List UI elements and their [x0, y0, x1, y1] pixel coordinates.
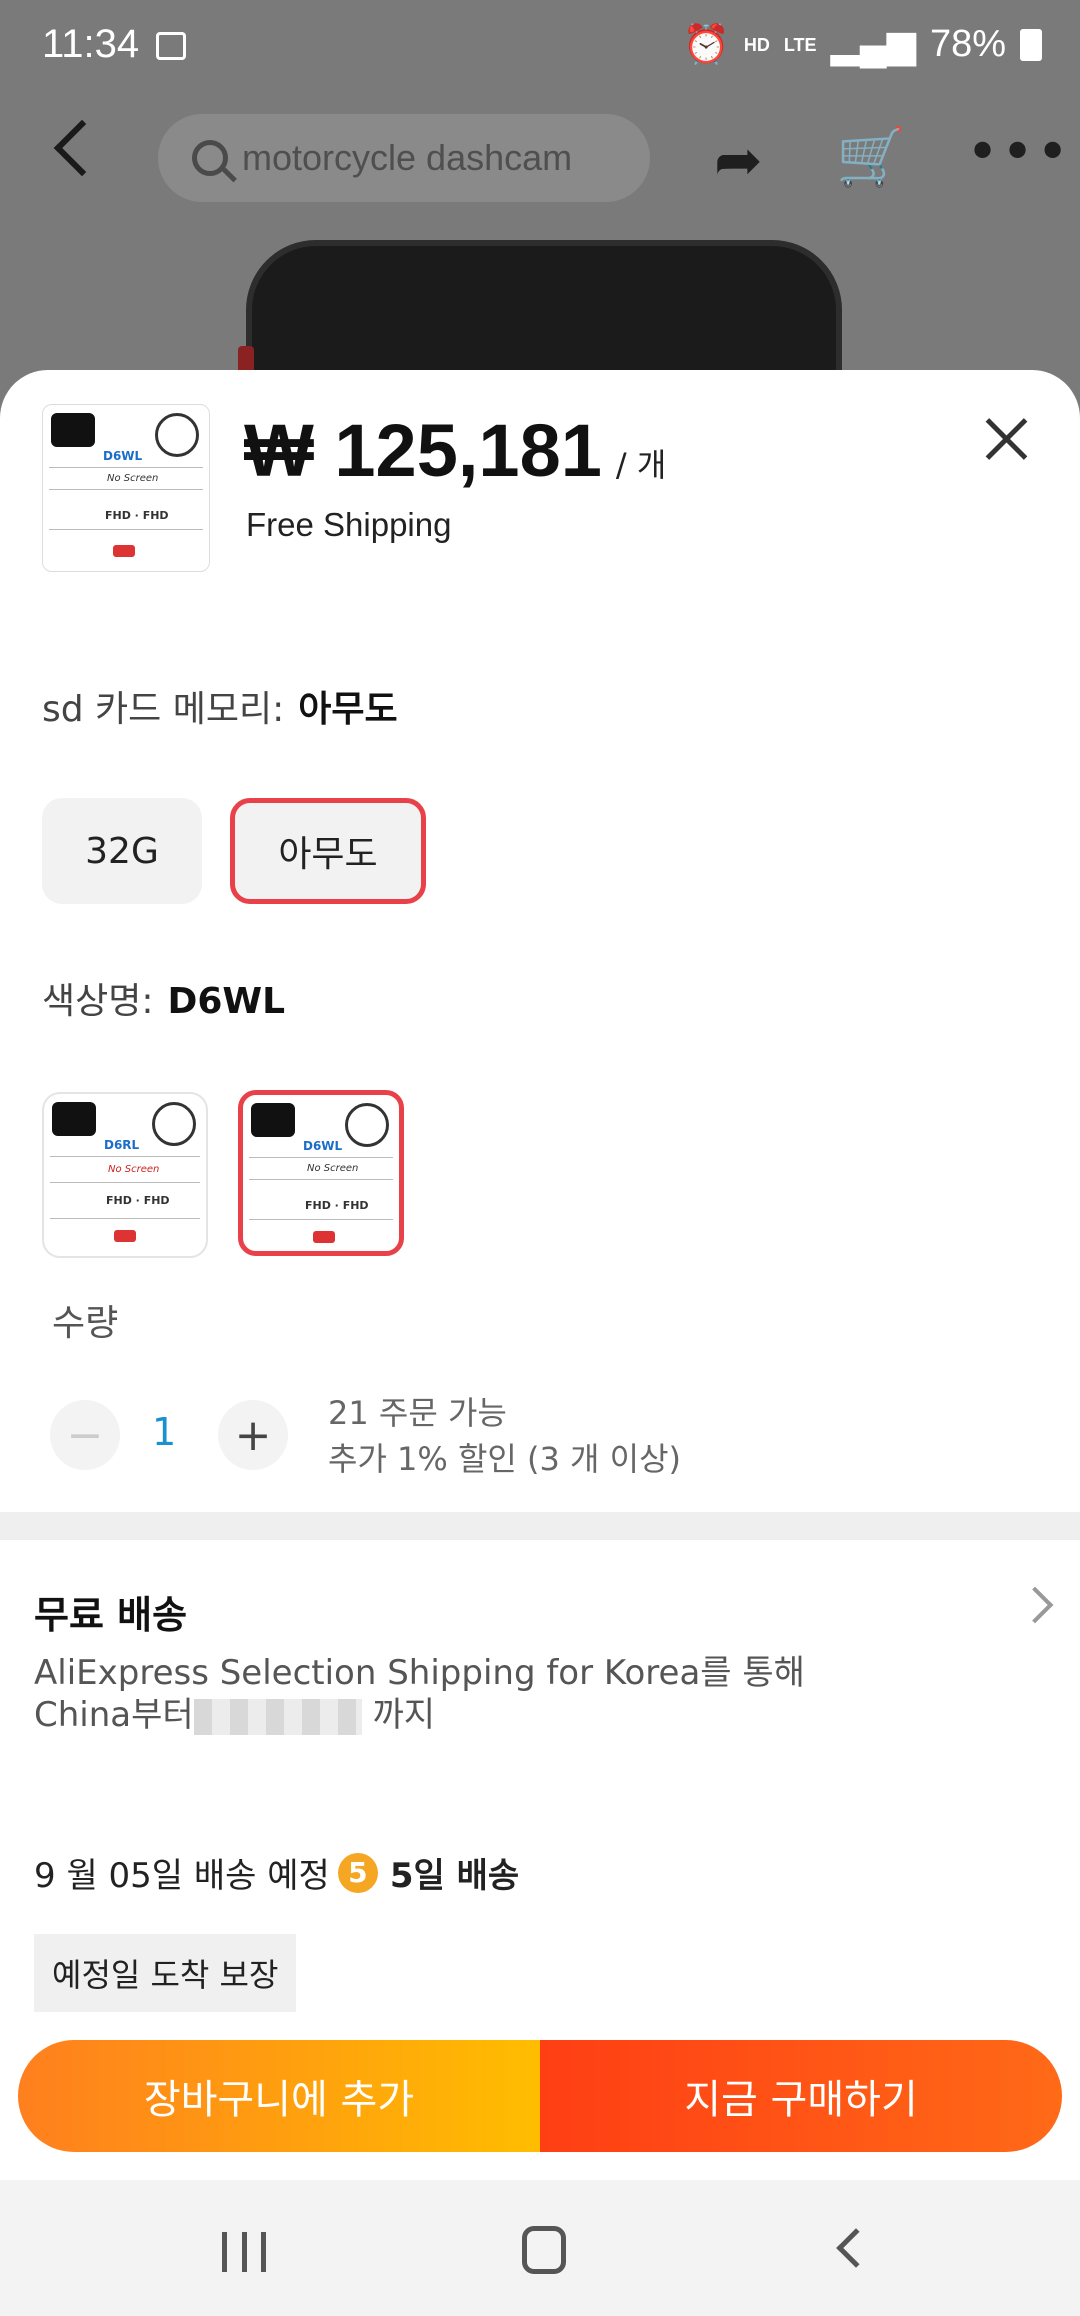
sd-choice-32g[interactable]: 32G — [42, 798, 202, 904]
cart-icon[interactable]: 🛒 — [836, 124, 906, 190]
search-icon — [192, 140, 228, 176]
shipping-description: AliExpress Selection Shipping for Korea를… — [34, 1653, 805, 1735]
quantity-value[interactable]: 1 — [152, 1410, 176, 1454]
status-time: 11:34 — [42, 22, 140, 66]
price-block: ₩ 125,181 / 개 — [244, 408, 666, 493]
quantity-label: 수량 — [52, 1303, 119, 1344]
quantity-decrease-button[interactable]: − — [50, 1400, 120, 1470]
hd-voice-indicator: HD — [743, 34, 770, 55]
color-option-selected: D6WL — [167, 981, 286, 1022]
status-bar: 11:34 ⏰ HD LTE ▂▄▆ 78% — [0, 0, 1080, 92]
sd-option-label: sd 카드 메모리: 아무도 — [42, 689, 398, 730]
signal-icon: ▂▄▆ — [830, 24, 916, 66]
delivery-days-badge: 5일 배송 — [389, 1856, 520, 1896]
blurred-address — [193, 1698, 362, 1735]
alarm-icon: ⏰ — [682, 23, 730, 66]
buy-now-button[interactable]: 지금 구매하기 — [540, 2040, 1062, 2152]
recent-apps-icon[interactable] — [222, 2232, 266, 2272]
lte-indicator: LTE — [783, 34, 817, 55]
search-bar[interactable]: motorcycle dashcam — [158, 114, 650, 202]
fast-delivery-icon: 5 — [337, 1852, 378, 1893]
color-option-label: 색상명: D6WL — [42, 981, 286, 1022]
home-icon[interactable] — [522, 2226, 566, 2274]
color-choice-d6rl[interactable]: D6RL No Screen FHD · FHD — [42, 1092, 208, 1258]
search-query: motorcycle dashcam — [242, 137, 573, 178]
battery-percent: 78% — [929, 23, 1006, 65]
sku-selection-sheet — [0, 370, 1080, 2316]
quantity-note: 21 주문 가능 추가 1% 할인 (3 개 이상) — [328, 1390, 681, 1482]
selected-sku-thumbnail: D6WL No Screen FHD · FHD — [42, 404, 210, 572]
shipping-title[interactable]: 무료 배송 — [34, 1584, 187, 1639]
on-time-guarantee-tag: 예정일 도착 보장 — [34, 1934, 297, 2012]
sd-choice-none[interactable]: 아무도 — [230, 798, 426, 904]
section-divider — [0, 1512, 1080, 1540]
share-icon[interactable]: ➦ — [714, 126, 763, 194]
more-options-icon[interactable]: ••• — [966, 120, 1071, 185]
battery-icon — [1020, 28, 1042, 61]
delivery-estimate: 9 월 05일 배송 예정 5 5일 배송 — [34, 1848, 519, 1897]
price-unit: / 개 — [615, 446, 667, 484]
close-icon[interactable] — [976, 410, 1036, 470]
available-count: 21 주문 가능 — [328, 1394, 507, 1432]
color-choice-d6wl[interactable]: D6WL No Screen FHD · FHD — [238, 1090, 404, 1256]
price: ₩ 125,181 — [244, 409, 602, 492]
bulk-discount: 추가 1% 할인 (3 개 이상) — [328, 1440, 682, 1478]
back-arrow-icon[interactable] — [53, 119, 111, 177]
free-shipping-label: Free Shipping — [246, 506, 452, 543]
quantity-increase-button[interactable]: + — [218, 1400, 288, 1470]
add-to-cart-button[interactable]: 장바구니에 추가 — [18, 2040, 540, 2152]
gallery-notification-icon — [156, 32, 186, 60]
sd-option-selected: 아무도 — [298, 689, 398, 730]
